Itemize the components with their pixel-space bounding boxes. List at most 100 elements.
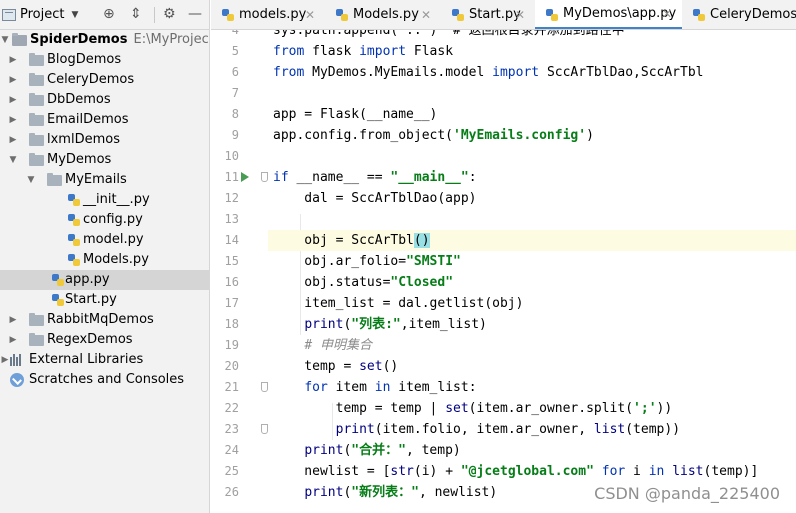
tree-item[interactable]: ▶ RabbitMqDemos <box>0 310 209 330</box>
tree-item[interactable]: __init__.py <box>0 190 209 210</box>
code-token: obj.ar_folio= <box>273 254 407 269</box>
chevron-right-icon[interactable]: ▶ <box>8 50 18 70</box>
tree-item[interactable]: Start.py <box>0 290 209 310</box>
code-line[interactable] <box>268 83 796 104</box>
code-token: , temp) <box>405 443 461 458</box>
folder-icon <box>29 113 44 126</box>
tree-item[interactable]: ▼ SpiderDemosE:\MyProject\My <box>0 30 209 50</box>
tree-item-label: __init__.py <box>83 192 150 207</box>
code-line[interactable] <box>268 146 796 167</box>
tree-item[interactable]: Models.py <box>0 250 209 270</box>
tree-item[interactable]: ▶ RegexDemos <box>0 330 209 350</box>
code-line[interactable]: app = Flask(__name__) <box>268 104 796 125</box>
close-icon[interactable]: ✕ <box>662 0 672 28</box>
code-token: "新列表：" <box>351 485 419 500</box>
code-line[interactable]: sys.path.append("..") # 返回根目录并添加到路径中 <box>268 30 796 41</box>
chevron-right-icon[interactable]: ▶ <box>8 130 18 150</box>
code-line[interactable]: item_list = dal.getlist(obj) <box>268 293 796 314</box>
code-token: sys.path.append("..") # 返回根目录并添加到路径中 <box>273 30 625 38</box>
chevron-right-icon[interactable]: ▶ <box>0 350 10 370</box>
hide-icon[interactable]: — <box>188 6 202 22</box>
chevron-down-icon[interactable]: ▼ <box>71 10 78 20</box>
chevron-right-icon[interactable]: ▶ <box>8 90 18 110</box>
code-token: print <box>335 422 375 437</box>
tree-item-label: EmailDemos <box>47 112 129 127</box>
tree-item[interactable]: app.py <box>0 270 209 290</box>
line-number: 5 <box>231 44 239 58</box>
close-icon[interactable]: ✕ <box>421 0 431 29</box>
tree-item[interactable]: model.py <box>0 230 209 250</box>
tab-active[interactable]: MyDemos\app.py ✕ <box>535 0 682 29</box>
fold-icon[interactable] <box>261 382 268 392</box>
code-editor[interactable]: 4 5 6 7 8 9 10 11 12 13 14 15 16 17 18 19 20 21 22 23 24 25 26… <box>211 30 796 513</box>
code-line[interactable]: obj.ar_folio="SMSTI" <box>268 251 796 272</box>
code-token: dal = SccArTblDao(app) <box>273 191 477 206</box>
code-line[interactable]: newlist = [str(i) + "@jcetglobal.com" fo… <box>268 461 796 482</box>
line-number: 16 <box>224 275 239 289</box>
code-line[interactable]: temp = set() <box>268 356 796 377</box>
tree-item-label: SpiderDemosE:\MyProject\My <box>30 30 209 50</box>
collapse-icon[interactable]: ⇕ <box>130 6 142 22</box>
editor-tab[interactable]: Start.py ✕ <box>441 0 535 29</box>
tree-item[interactable]: config.py <box>0 210 209 230</box>
code-token: () <box>413 233 430 248</box>
editor-tab[interactable]: CeleryDemos\a <box>682 0 796 29</box>
tree-item-label: RabbitMqDemos <box>47 312 154 327</box>
code-token: )) <box>656 401 673 416</box>
code-line[interactable]: app.config.from_object('MyEmails.config'… <box>268 125 796 146</box>
tree-item[interactable]: ▼ MyEmails <box>0 170 209 190</box>
fold-icon[interactable] <box>261 424 268 434</box>
close-icon[interactable]: ✕ <box>305 0 315 29</box>
chevron-down-icon[interactable]: ▼ <box>0 30 10 50</box>
code-line[interactable]: obj.status="Closed" <box>268 272 796 293</box>
code-line[interactable]: from flask import Flask <box>268 41 796 62</box>
tree-item[interactable]: ▼ MyDemos <box>0 150 209 170</box>
code-token: MyDemos.MyEmails.model <box>304 65 493 80</box>
tab-label: MyDemos\app.py <box>563 6 677 21</box>
code-token: "列表:" <box>351 317 401 332</box>
code-line[interactable]: print(item.folio, item.ar_owner, list(te… <box>268 419 796 440</box>
code-line[interactable]: print("列表:",item_list) <box>268 314 796 335</box>
editor-tab[interactable]: models.py ✕ <box>211 0 325 29</box>
python-file-icon <box>545 8 559 22</box>
chevron-right-icon[interactable]: ▶ <box>8 330 18 350</box>
code-line[interactable] <box>268 209 796 230</box>
code-line[interactable]: dal = SccArTblDao(app) <box>268 188 796 209</box>
tree-item[interactable]: ▶ External Libraries <box>0 350 209 370</box>
tree-item[interactable]: ▶ EmailDemos <box>0 110 209 130</box>
line-number: 9 <box>231 128 239 142</box>
chevron-down-icon[interactable]: ▼ <box>8 150 18 170</box>
code-line[interactable]: for item in item_list: <box>268 377 796 398</box>
chevron-right-icon[interactable]: ▶ <box>8 70 18 90</box>
locate-icon[interactable]: ⊕ <box>103 6 115 22</box>
code-line[interactable]: from MyDemos.MyEmails.model import SccAr… <box>268 62 796 83</box>
code-line[interactable]: if __name__ == "__main__": <box>268 167 796 188</box>
tree-item[interactable]: Scratches and Consoles <box>0 370 209 390</box>
code-token: SccArTblDao,SccArTbl <box>539 65 704 80</box>
close-icon[interactable]: ✕ <box>515 0 525 29</box>
tree-item[interactable]: ▶ BlogDemos <box>0 50 209 70</box>
tree-item[interactable]: ▶ DbDemos <box>0 90 209 110</box>
tree-item-label: DbDemos <box>47 92 111 107</box>
chevron-right-icon[interactable]: ▶ <box>8 310 18 330</box>
tree-item[interactable]: ▶ CeleryDemos <box>0 70 209 90</box>
tree-item[interactable]: ▶ lxmlDemos <box>0 130 209 150</box>
code-line[interactable]: obj = SccArTbl() <box>268 230 796 251</box>
code-line[interactable]: # 申明集合 <box>268 335 796 356</box>
chevron-down-icon[interactable]: ▼ <box>26 170 36 190</box>
code-line[interactable]: print("合并：", temp) <box>268 440 796 461</box>
code-token: from <box>273 65 305 80</box>
run-icon[interactable] <box>241 172 249 182</box>
code-area[interactable]: sys.path.append("..") # 返回根目录并添加到路径中 from… <box>268 30 796 513</box>
editor-tab[interactable]: Models.py ✕ <box>325 0 441 29</box>
project-tree: ▼ SpiderDemosE:\MyProject\My ▶ BlogDemos ▶ Ce… <box>0 30 209 390</box>
gear-icon[interactable]: ⚙ <box>163 6 176 22</box>
line-number: 13 <box>224 212 239 226</box>
chevron-right-icon[interactable]: ▶ <box>8 110 18 130</box>
project-view-selector[interactable]: Project <box>20 7 64 22</box>
code-token: print <box>304 317 344 332</box>
project-panel: Project ▼ ⊕ ⇕ ⚙ — ▼ SpiderDemos E:\MyProje… <box>0 0 210 513</box>
fold-icon[interactable] <box>261 172 268 182</box>
code-line[interactable]: temp = temp | set(item.ar_owner.split(';… <box>268 398 796 419</box>
